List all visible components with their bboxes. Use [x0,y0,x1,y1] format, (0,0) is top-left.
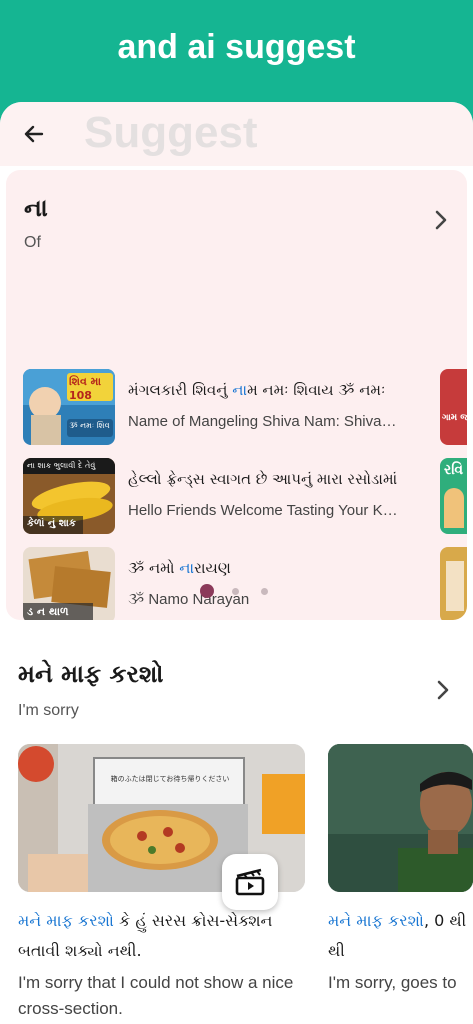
suggestion-card[interactable]: ના Of શિવ મા 108 ૐ નમઃ શિવ મંગલકારી શિવન… [6,170,467,620]
item-subtitle: Hello Friends Welcome Tasting Your Kitch… [128,502,400,519]
video-thumbnail: ના શાક ભુલાવી દે તેવું કેળાં નું શાક [23,458,115,534]
thumbnail-text: ડ ન થાળ [27,605,69,618]
next-thumbnail[interactable] [440,547,467,620]
video-thumbnail: શિવ મા 108 ૐ નમઃ શિવ [23,369,115,445]
list-item[interactable]: ના શાક ભુલાવી દે તેવું કેળાં નું શાક હેલ… [23,458,423,534]
back-button[interactable] [18,118,50,150]
video-thumbnail: ડ ન થાળ [23,547,115,620]
next-thumbnail[interactable]: રવિ [440,458,467,534]
item-title: મંગલકારી શિવનું નામ નમઃ શિવાય ૐ નમઃ [128,381,386,399]
item-title: ૐ નમો નારાયણ [128,559,231,577]
video-subtitle: I'm sorry that I could not show a nice c… [18,973,294,1018]
header-banner: and ai suggest [0,0,473,110]
top-bar: Suggest [0,102,473,166]
card-title: ના [24,194,48,222]
thumbnail-text: રવિ [444,462,464,478]
banner-title: and ai suggest [117,28,356,66]
thumbnail-caption: ના શાક ભુલાવી દે તેવું [27,461,96,470]
clip-badge[interactable] [222,854,278,910]
page-dot[interactable] [232,588,239,595]
highlight-text: ના [179,559,195,577]
highlight-text: ના [232,381,248,399]
section-title: મને માફ કરશો [18,660,164,688]
list-item[interactable]: શિવ મા 108 ૐ નમઃ શિવ મંગલકારી શિવનું નામ… [23,369,423,445]
video-title: મને માફ કરશો કે હું સરસ ક્રોસ-સેક્શન બતા… [18,911,273,960]
next-thumbnail[interactable]: ગામ જ [440,369,467,445]
section-subtitle: I'm sorry [18,702,79,719]
chevron-right-icon[interactable] [431,676,455,704]
item-title: હેલ્લો ફ્રેન્ડ્સ સ્વાગત છે આપનું મારા રસ… [128,470,398,488]
thumbnail-text: ગામ જ [442,413,467,423]
highlight-text: મને માફ કરશો [328,911,424,930]
highlight-text: મને માફ કરશો [18,911,114,930]
image-caption: 箱のふたは閉じてお待ち帰りください [110,775,230,783]
video-subtitle: I'm sorry, goes to [328,973,457,992]
card-subtitle: Of [24,234,41,251]
clapperboard-icon [235,868,265,896]
page-indicator [200,584,280,600]
page-title: Suggest [84,108,258,157]
page-dot[interactable] [261,588,268,595]
thumbnail-text: કેળાં નું શાક [27,518,76,529]
arrow-back-icon [24,125,44,143]
thumbnail-text: શિવ મા 108 [69,375,102,402]
video-card[interactable] [328,744,473,892]
page-dot-active[interactable] [200,584,214,598]
chevron-right-icon[interactable] [429,206,453,234]
item-subtitle: Name of Mangeling Shiva Nam: Shiva Om Na… [128,413,400,430]
content-sheet: Suggest ના Of શિવ મા 108 ૐ નમઃ શિવ મંગલક… [0,102,473,1024]
video-title: મને માફ કરશો, 0 થી થી [328,911,467,960]
thumbnail-caption: ૐ નમઃ શિવ [69,421,110,430]
